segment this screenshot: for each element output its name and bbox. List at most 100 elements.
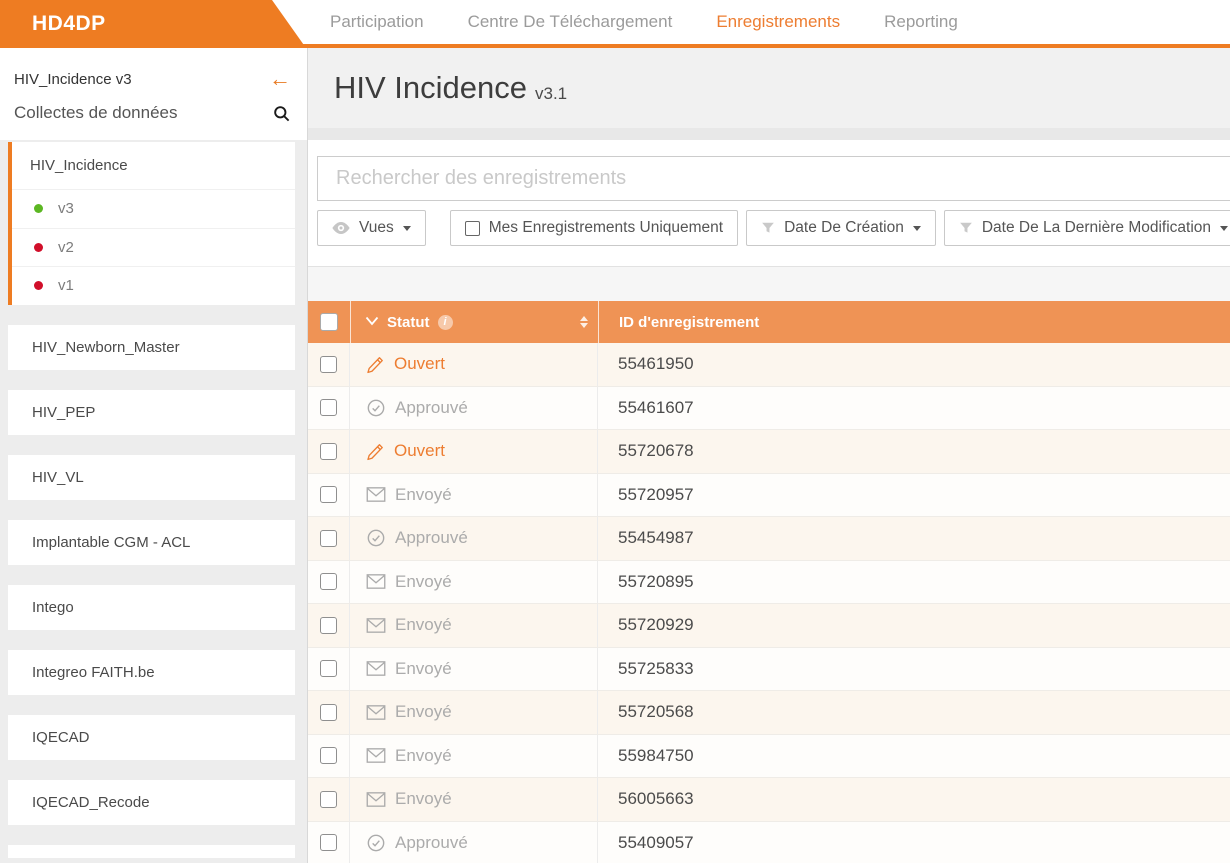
brand-logo: HD4DP [0,2,106,46]
collection-version-item[interactable]: v2 [12,228,295,267]
row-checkbox[interactable] [320,791,337,808]
collection-item-label: HIV_PEP [32,404,95,421]
row-checkbox[interactable] [320,486,337,503]
collection-list-item-partial[interactable] [8,845,295,858]
main-panel: HIV Incidence v3.1 Vu [308,48,1230,863]
record-id-column-label: ID d'enregistrement [619,314,759,331]
search-icon[interactable] [272,104,291,123]
my-records-checkbox[interactable] [465,221,480,236]
status-label: Approuvé [395,833,468,853]
row-checkbox[interactable] [320,443,337,460]
collection-list-item[interactable]: Integreo FAITH.be [8,650,295,695]
status-label: Envoyé [395,485,452,505]
table-row[interactable]: Envoyé 55984750 [308,735,1230,779]
record-id-cell: 55720568 [598,691,1230,734]
record-id: 55454987 [618,528,694,548]
status-cell[interactable]: Envoyé [350,604,598,647]
collection-list-item[interactable]: Implantable CGM - ACL [8,520,295,565]
status-label: Envoyé [395,746,452,766]
last-modified-filter-button[interactable]: Date De La Dernière Modification [944,210,1230,246]
row-checkbox-cell [308,604,350,647]
row-checkbox[interactable] [320,834,337,851]
row-checkbox[interactable] [320,530,337,547]
collection-list-item[interactable]: Intego [8,585,295,630]
table-row[interactable]: Approuvé 55461607 [308,387,1230,431]
row-checkbox[interactable] [320,356,337,373]
check-circle-icon [366,398,386,418]
records-search-input[interactable] [317,156,1230,201]
nav-tab[interactable]: Enregistrements [716,12,840,32]
collection-list-item[interactable]: HIV_VL [8,455,295,500]
table-row[interactable]: Approuvé 55409057 [308,822,1230,863]
table-row[interactable]: Envoyé 56005663 [308,778,1230,822]
status-cell[interactable]: Approuvé [350,387,598,430]
table-row[interactable]: Envoyé 55725833 [308,648,1230,692]
record-id-cell: 55720929 [598,604,1230,647]
row-checkbox[interactable] [320,704,337,721]
collection-group-header[interactable]: HIV_Incidence [12,142,295,189]
row-checkbox-cell [308,778,350,821]
record-id: 56005663 [618,789,694,809]
my-records-label: Mes Enregistrements Uniquement [489,219,723,237]
status-cell[interactable]: Approuvé [350,822,598,863]
status-cell[interactable]: Envoyé [350,474,598,517]
records-content: Vues Mes Enregistrements Uniquement Date… [308,140,1230,863]
my-records-only-toggle[interactable]: Mes Enregistrements Uniquement [450,210,738,246]
row-checkbox[interactable] [320,660,337,677]
status-cell[interactable]: Envoyé [350,648,598,691]
table-row[interactable]: Ouvert 55461950 [308,343,1230,387]
envelope-icon [366,573,386,590]
status-cell[interactable]: Envoyé [350,778,598,821]
collection-version-item[interactable]: v3 [12,189,295,228]
table-row[interactable]: Envoyé 55720929 [308,604,1230,648]
table-row[interactable]: Envoyé 55720957 [308,474,1230,518]
creation-date-filter-button[interactable]: Date De Création [746,210,936,246]
status-label: Approuvé [395,398,468,418]
chevron-down-icon [1220,226,1228,231]
collection-version-item[interactable]: v1 [12,266,295,305]
row-checkbox[interactable] [320,617,337,634]
select-all-checkbox[interactable] [320,313,338,331]
nav-tab[interactable]: Reporting [884,12,958,32]
collection-list-item[interactable]: HIV_PEP [8,390,295,435]
back-arrow-icon[interactable]: ← [269,69,291,89]
row-checkbox-cell [308,822,350,863]
info-icon: i [438,315,453,330]
collection-list-item[interactable]: IQECAD [8,715,295,760]
table-row[interactable]: Ouvert 55720678 [308,430,1230,474]
status-cell[interactable]: Ouvert [350,430,598,473]
row-checkbox-cell [308,691,350,734]
record-id: 55720678 [618,441,694,461]
record-id-cell: 55725833 [598,648,1230,691]
table-row[interactable]: Envoyé 55720568 [308,691,1230,735]
status-cell[interactable]: Envoyé [350,561,598,604]
status-column-label: Statut [387,314,430,331]
status-cell[interactable]: Ouvert [350,343,598,386]
row-checkbox[interactable] [320,747,337,764]
status-cell[interactable]: Envoyé [350,735,598,778]
views-dropdown-button[interactable]: Vues [317,210,426,246]
page-title-version: v3.1 [535,72,567,104]
status-label: Envoyé [395,615,452,635]
filter-funnel-icon [761,221,775,235]
nav-tab[interactable]: Participation [330,12,424,32]
record-id: 55725833 [618,659,694,679]
collection-item-label: IQECAD_Recode [32,794,150,811]
table-row[interactable]: Approuvé 55454987 [308,517,1230,561]
row-checkbox[interactable] [320,399,337,416]
sort-icon[interactable] [580,316,588,328]
status-cell[interactable]: Envoyé [350,691,598,734]
nav-tab[interactable]: Centre De Téléchargement [468,12,673,32]
chevron-down-icon [913,226,921,231]
record-id: 55720895 [618,572,694,592]
row-checkbox[interactable] [320,573,337,590]
status-cell[interactable]: Approuvé [350,517,598,560]
collection-list-item[interactable]: IQECAD_Recode [8,780,295,825]
status-column-header[interactable]: Statut i [350,301,598,343]
collection-list-item[interactable]: HIV_Newborn_Master [8,325,295,370]
table-row[interactable]: Envoyé 55720895 [308,561,1230,605]
title-divider-strip [308,128,1230,140]
views-button-label: Vues [359,219,394,237]
sidebar-header: HIV_Incidence v3 ← Collectes de données [0,48,307,140]
collection-item-label: Integreo FAITH.be [32,664,155,681]
